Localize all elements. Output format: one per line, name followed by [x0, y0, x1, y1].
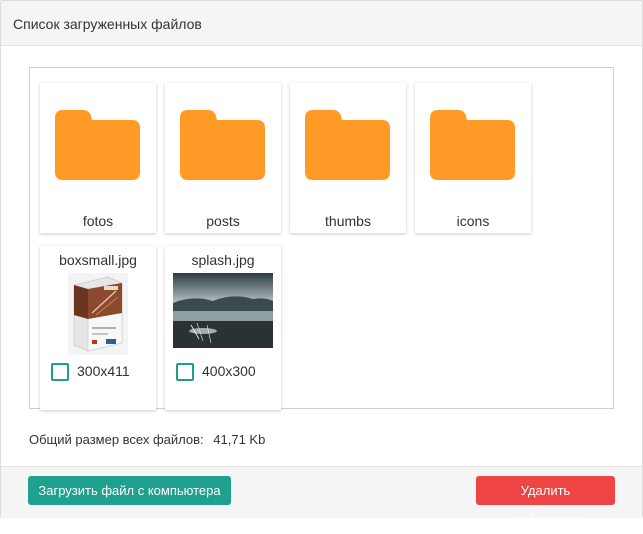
- file-dimensions: 300x411: [77, 363, 130, 379]
- file-name: boxsmall.jpg: [59, 252, 137, 268]
- total-size-value: 41,71 Kb: [213, 432, 266, 447]
- folder-name: thumbs: [325, 213, 371, 229]
- file-list: fotos posts thumbs icons boxsmall.jpg 30…: [29, 67, 614, 410]
- folder-icon: [55, 110, 140, 180]
- folder-icon: [180, 110, 265, 180]
- folder-item-posts[interactable]: posts: [165, 83, 281, 233]
- file-manager-panel: Список загруженных файлов fotos posts th…: [0, 0, 643, 527]
- panel-footer: Загрузить файл с компьютера Удалить выбр…: [1, 466, 642, 527]
- file-select-checkbox[interactable]: [51, 363, 69, 381]
- upload-file-button[interactable]: Загрузить файл с компьютера: [28, 476, 231, 505]
- file-name: splash.jpg: [191, 252, 255, 268]
- total-size: Общий размер всех файлов: 41,71 Kb: [29, 432, 271, 447]
- folder-item-thumbs[interactable]: thumbs: [290, 83, 406, 233]
- file-item-boxsmall[interactable]: boxsmall.jpg 300x411: [40, 246, 156, 410]
- folder-item-icons[interactable]: icons: [415, 83, 531, 233]
- delete-selected-button[interactable]: Удалить выбранное: [476, 476, 615, 527]
- panel-title: Список загруженных файлов: [13, 16, 202, 32]
- file-dimensions: 400x300: [202, 363, 256, 379]
- file-thumbnail[interactable]: [173, 273, 273, 348]
- folder-icon: [305, 110, 390, 180]
- folder-name: icons: [456, 213, 490, 229]
- folder-icon: [430, 110, 515, 180]
- file-select-checkbox[interactable]: [176, 363, 194, 381]
- total-size-label: Общий размер всех файлов:: [29, 432, 204, 447]
- panel-header: Список загруженных файлов: [1, 1, 642, 46]
- folder-item-fotos[interactable]: fotos: [40, 83, 156, 233]
- folder-name: fotos: [82, 213, 114, 229]
- folder-name: posts: [206, 213, 240, 229]
- file-item-splash[interactable]: splash.jpg 400x300: [165, 246, 281, 410]
- file-thumbnail[interactable]: [68, 273, 128, 355]
